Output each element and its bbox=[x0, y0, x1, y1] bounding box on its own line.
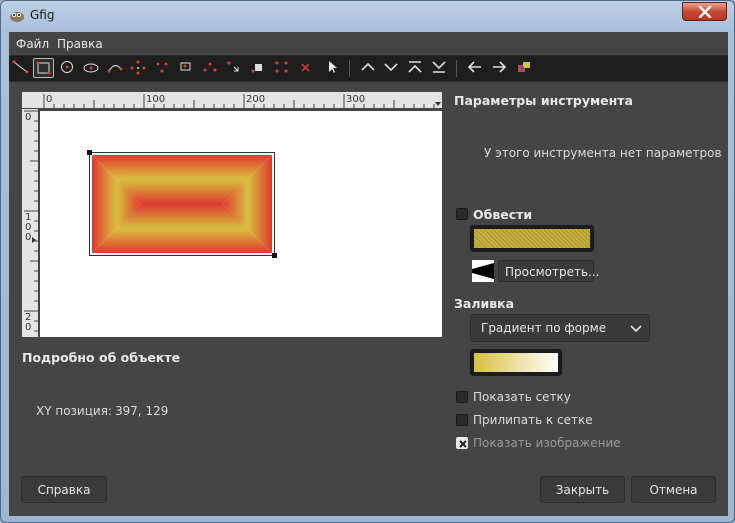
cancel-button[interactable]: Отмена bbox=[631, 476, 716, 503]
window-frame: Gfig Файл Правка 0 100 200 300 0 1 0 0 2… bbox=[0, 0, 735, 523]
fill-label: Заливка bbox=[454, 296, 515, 311]
close-icon bbox=[698, 6, 712, 18]
gimp-app-icon bbox=[10, 12, 24, 22]
tool-options-heading: Параметры инструмента bbox=[454, 93, 633, 108]
ruler-label: 0 bbox=[25, 232, 32, 243]
gradient-button[interactable] bbox=[470, 349, 562, 376]
rectangle-tool-icon bbox=[36, 61, 51, 75]
show-image-label: Показать изображение bbox=[473, 436, 621, 450]
arrow-left-icon bbox=[467, 61, 481, 73]
dialog-content: Файл Правка 0 100 200 300 0 1 0 0 2 0 По… bbox=[9, 32, 728, 516]
chevron-up-icon bbox=[361, 62, 375, 71]
ellipse-tool-icon bbox=[83, 63, 99, 73]
gradient-swatch bbox=[474, 353, 558, 372]
menu-file[interactable]: Файл bbox=[16, 37, 49, 51]
lower-to-bottom-icon bbox=[432, 61, 446, 73]
fill-type-dropdown[interactable]: Градиент по форме bbox=[470, 314, 650, 342]
rectangle-object[interactable] bbox=[89, 152, 275, 256]
brush-preview bbox=[472, 260, 494, 282]
chevron-down-icon bbox=[630, 325, 642, 333]
ruler-label: 0 bbox=[25, 112, 32, 123]
close-button[interactable]: Закрыть bbox=[540, 476, 625, 503]
snap-grid-label: Прилипать к сетке bbox=[473, 413, 593, 427]
tool-bezier[interactable] bbox=[200, 58, 221, 78]
tool-delete-object[interactable] bbox=[296, 58, 317, 78]
title-bar[interactable]: Gfig bbox=[1, 1, 734, 31]
show-all-icon bbox=[518, 62, 530, 72]
ruler-label: 0 bbox=[46, 94, 53, 105]
preview-canvas[interactable] bbox=[40, 111, 442, 337]
raise-object-button[interactable] bbox=[358, 58, 379, 78]
pointer-icon bbox=[329, 61, 337, 73]
stroke-color-button[interactable] bbox=[470, 225, 594, 252]
window-title: Gfig bbox=[30, 8, 55, 22]
resize-handle[interactable] bbox=[87, 150, 92, 155]
toolbar-separator bbox=[456, 60, 457, 77]
ruler-label: 100 bbox=[146, 94, 166, 105]
tool-spiral[interactable] bbox=[176, 58, 197, 78]
tool-move-object[interactable] bbox=[224, 58, 245, 78]
tool-line[interactable] bbox=[11, 58, 32, 78]
copy-object-icon bbox=[275, 61, 288, 73]
circle-tool-icon bbox=[61, 61, 73, 73]
browse-brush-button[interactable]: Просмотреть... bbox=[498, 260, 599, 282]
arrow-right-icon bbox=[493, 61, 507, 73]
show-grid-label: Показать сетку bbox=[473, 390, 571, 404]
lower-object-button[interactable] bbox=[381, 58, 402, 78]
tool-star[interactable] bbox=[152, 58, 173, 78]
tool-ellipse[interactable] bbox=[81, 58, 102, 78]
no-options-text: У этого инструмента нет параметров bbox=[484, 146, 722, 160]
next-object-button[interactable] bbox=[489, 58, 510, 78]
previous-object-button[interactable] bbox=[465, 58, 486, 78]
move-object-icon bbox=[227, 61, 239, 72]
resize-handle[interactable] bbox=[272, 253, 277, 258]
show-grid-checkbox[interactable] bbox=[456, 391, 468, 403]
tool-arc[interactable] bbox=[105, 58, 126, 78]
tool-copy-object[interactable] bbox=[272, 58, 293, 78]
spiral-tool-icon bbox=[180, 62, 191, 71]
tool-move-point[interactable] bbox=[248, 58, 269, 78]
move-point-icon bbox=[251, 64, 262, 73]
tool-polygon[interactable] bbox=[128, 58, 149, 78]
xy-position-value: 397, 129 bbox=[115, 404, 169, 418]
help-button[interactable]: Справка bbox=[21, 476, 107, 503]
vertical-ruler: 0 1 0 0 2 0 bbox=[22, 109, 38, 337]
polygon-tool-icon bbox=[130, 60, 146, 75]
stroke-color-swatch bbox=[474, 229, 590, 248]
tool-circle[interactable] bbox=[57, 58, 78, 78]
star-tool-icon bbox=[156, 62, 168, 73]
ruler-label: 0 bbox=[25, 322, 32, 333]
menu-bar: Файл Правка bbox=[9, 32, 728, 55]
fill-type-value: Градиент по форме bbox=[481, 321, 607, 335]
window-close-button[interactable] bbox=[682, 2, 727, 21]
chevron-down-icon bbox=[384, 63, 398, 72]
ruler-corner bbox=[22, 92, 38, 108]
object-details-heading: Подробно об объекте bbox=[22, 350, 181, 365]
shape-gradient-fill bbox=[92, 155, 272, 253]
stroke-label: Обвести bbox=[473, 207, 533, 222]
raise-to-top-button[interactable] bbox=[405, 58, 426, 78]
horizontal-ruler: 0 100 200 300 bbox=[38, 92, 442, 108]
stroke-checkbox[interactable] bbox=[456, 208, 468, 220]
show-all-objects-button[interactable] bbox=[514, 58, 535, 78]
bezier-tool-icon bbox=[203, 62, 217, 72]
xy-position-label: XY позиция: bbox=[36, 404, 112, 418]
tool-select[interactable] bbox=[322, 58, 343, 78]
raise-to-top-icon bbox=[408, 61, 422, 73]
arc-tool-icon bbox=[107, 65, 123, 73]
lower-to-bottom-button[interactable] bbox=[429, 58, 450, 78]
line-tool-icon bbox=[12, 60, 29, 74]
ruler-label: 300 bbox=[346, 94, 366, 105]
ruler-ticks-h bbox=[43, 94, 441, 108]
toolbar-separator bbox=[349, 60, 350, 77]
ruler-label: 200 bbox=[246, 94, 266, 105]
snap-grid-checkbox[interactable] bbox=[456, 414, 468, 426]
tool-rectangle[interactable] bbox=[33, 58, 54, 78]
tool-toolbar bbox=[9, 55, 728, 82]
checkmark-icon bbox=[459, 440, 467, 448]
show-image-checkbox[interactable] bbox=[456, 437, 468, 449]
delete-object-icon bbox=[301, 63, 310, 72]
menu-edit[interactable]: Правка bbox=[57, 37, 103, 51]
